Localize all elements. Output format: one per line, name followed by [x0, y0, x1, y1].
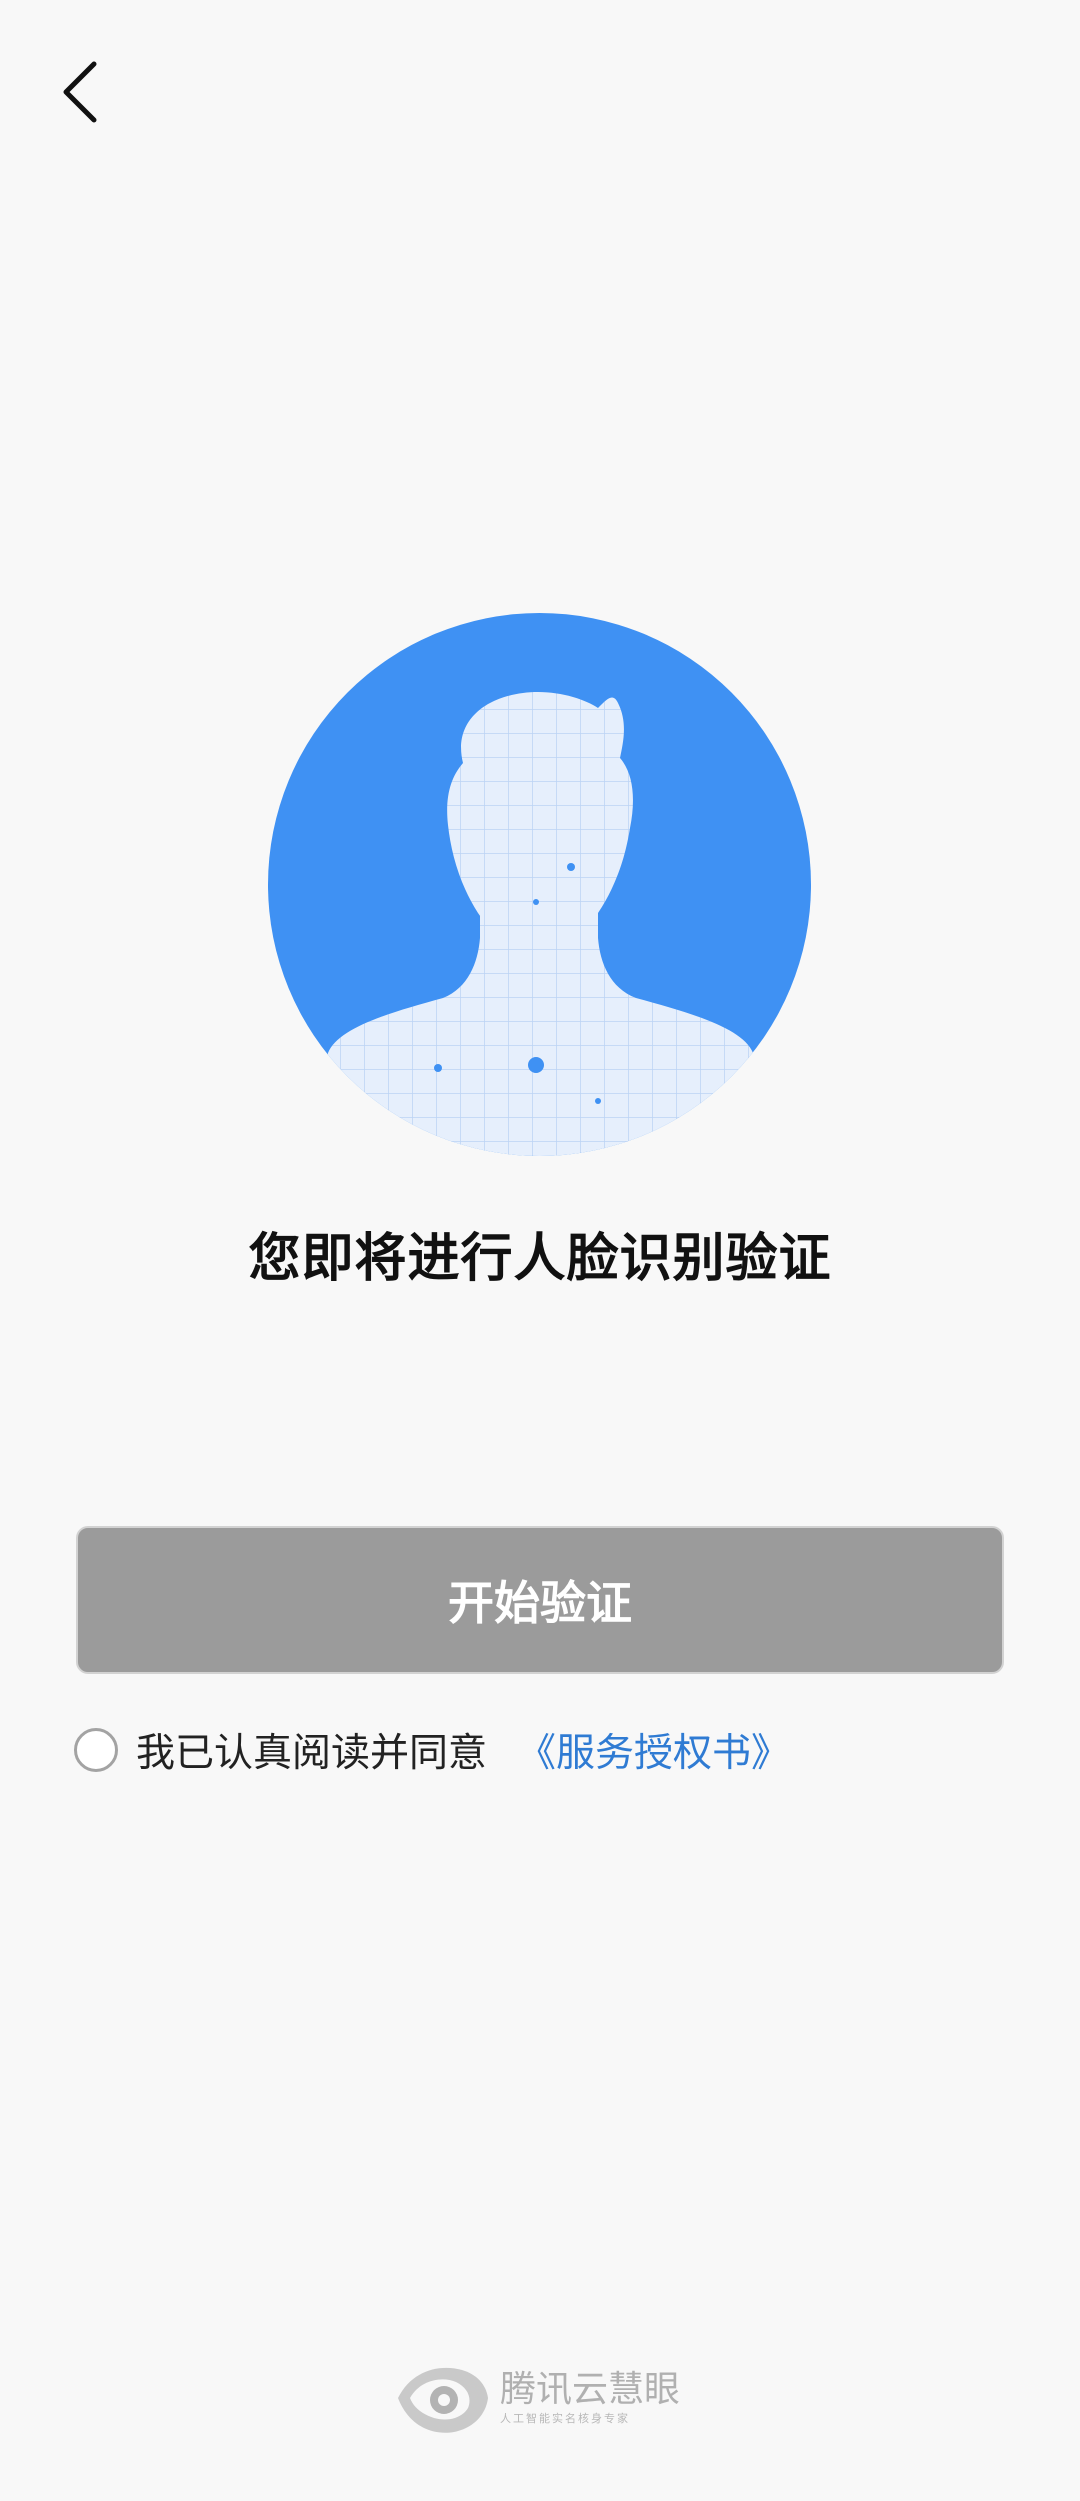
- agreement-checkbox[interactable]: [74, 1728, 118, 1772]
- brand-slogan: 人工智能实名核身专家: [500, 2412, 630, 2425]
- back-button[interactable]: [40, 40, 130, 140]
- brand-name: 腾讯云慧眼: [500, 2369, 681, 2410]
- footer-brand: 腾讯云慧眼 人工智能实名核身专家: [390, 2356, 690, 2440]
- face-scan-avatar-icon: [268, 613, 811, 1156]
- start-verification-button[interactable]: 开始验证: [76, 1526, 1004, 1674]
- service-authorization-link[interactable]: 《服务授权书》: [517, 1722, 790, 1778]
- agreement-row: 我已认真阅读并同意 《服务授权书》: [74, 1722, 790, 1778]
- agreement-text: 我已认真阅读并同意: [136, 1731, 488, 1776]
- eye-logo-icon: [398, 2367, 488, 2433]
- chevron-left-icon: [63, 61, 97, 123]
- page-title: 您即将进行人脸识别验证: [248, 1229, 832, 1289]
